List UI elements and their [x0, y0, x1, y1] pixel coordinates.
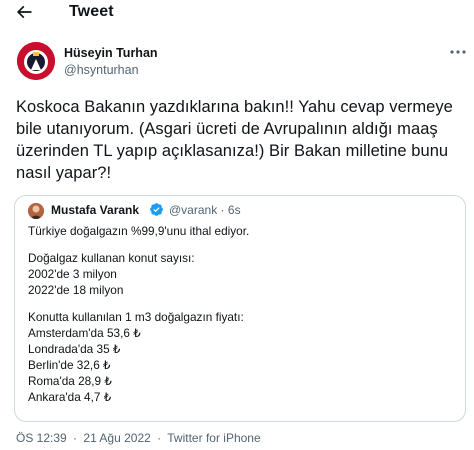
dot-separator: · — [220, 203, 225, 217]
quoted-author-handle: @varank — [169, 203, 218, 217]
quoted-line: Berlin'de 32,6 ₺ — [28, 358, 111, 372]
tweet-source-app[interactable]: Twitter for iPhone — [167, 431, 260, 445]
tweet-metadata: ÖS 12:39 · 21 Ağu 2022 · Twitter for iPh… — [16, 431, 261, 445]
tweet-date[interactable]: 21 Ağu 2022 — [83, 431, 150, 445]
quoted-line: 2002'de 3 milyon — [28, 267, 117, 281]
page-title: Tweet — [69, 3, 114, 20]
quoted-blank-line — [28, 298, 448, 309]
quoted-tweet-body: Türkiye doğalgazın %99,9'unu ithal ediyo… — [28, 223, 448, 405]
top-bar: Tweet — [0, 0, 474, 28]
quoted-author-avatar — [28, 203, 44, 219]
quoted-blank-line — [28, 239, 448, 250]
quoted-line: Doğalgaz kullanan konut sayısı: — [28, 251, 195, 265]
author-name[interactable]: Hüseyin Turhan — [64, 46, 158, 60]
quoted-line: Londrada'da 35 ₺ — [28, 342, 121, 356]
dot-separator: · — [157, 431, 162, 445]
quoted-author-handle-line: @varank · 6s — [169, 203, 241, 217]
author-avatar[interactable] — [17, 42, 55, 80]
tweet-text: Koskoca Bakanın yazdıklarına bakın!! Yah… — [16, 98, 453, 182]
quoted-line: Roma'da 28,9 ₺ — [28, 374, 112, 388]
quoted-author-name: Mustafa Varank — [51, 203, 140, 217]
dot-separator: · — [73, 431, 78, 445]
quoted-line: Amsterdam'da 53,6 ₺ — [28, 326, 141, 340]
back-arrow-icon[interactable] — [14, 2, 34, 22]
quoted-line: Türkiye doğalgazın %99,9'unu ithal ediyo… — [28, 224, 250, 238]
quoted-line: 2022'de 18 milyon — [28, 283, 124, 297]
quoted-line: Ankara'da 4,7 ₺ — [28, 390, 112, 404]
quoted-line: Konutta kullanılan 1 m3 doğalgazın fiyat… — [28, 310, 244, 324]
author-handle[interactable]: @hsynturhan — [64, 63, 139, 77]
quoted-tweet-age: 6s — [227, 203, 241, 217]
quoted-tweet[interactable]: Mustafa Varank @varank · 6s Türkiye doğa… — [14, 195, 466, 422]
tweet-time[interactable]: ÖS 12:39 — [16, 431, 67, 445]
verified-badge-icon — [149, 202, 164, 217]
more-options-icon[interactable] — [448, 44, 468, 60]
